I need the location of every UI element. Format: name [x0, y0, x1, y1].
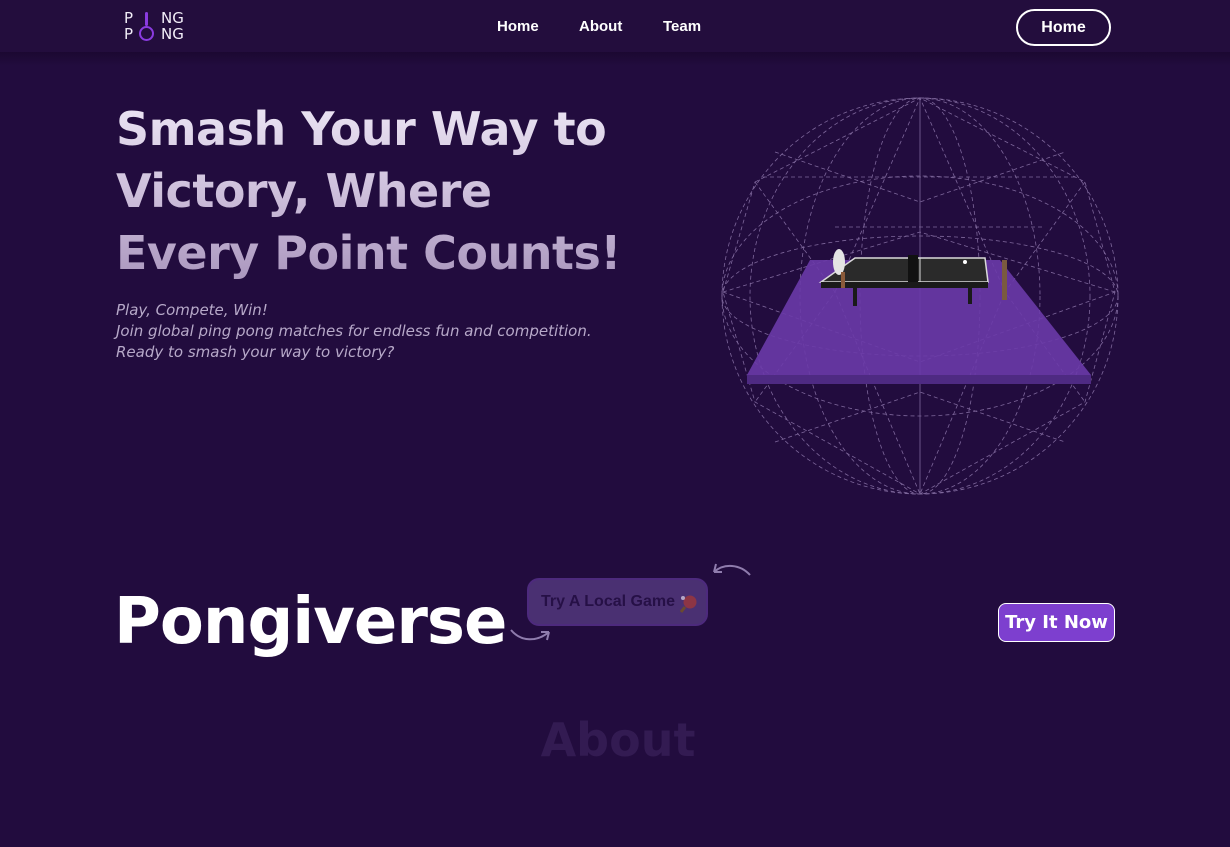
- table-floor-edge: [747, 375, 1091, 384]
- table-side: [821, 282, 988, 288]
- hero-subtitle: Play, Compete, Win! Join global ping pon…: [116, 300, 636, 363]
- ping-pong-3d-scene[interactable]: [715, 92, 1125, 502]
- nav-home-button[interactable]: Home: [1016, 9, 1111, 46]
- try-local-game-label: Try A Local Game: [541, 593, 675, 610]
- nav-link-team[interactable]: Team: [663, 18, 701, 35]
- left-paddle-icon: [833, 249, 845, 275]
- ball-icon: [963, 260, 967, 264]
- table-net: [908, 255, 918, 283]
- curved-arrow-bottom-icon: [510, 629, 550, 641]
- hero-subtitle-line-3: Ready to smash your way to victory?: [116, 343, 395, 361]
- try-local-game-button[interactable]: Try A Local Game: [527, 578, 708, 626]
- hero-title: Smash Your Way to Victory, Where Every P…: [116, 98, 636, 284]
- curved-arrow-top-icon: [713, 563, 751, 576]
- brand-heading: Pongiverse: [114, 585, 507, 659]
- nav-link-home[interactable]: Home: [497, 18, 539, 35]
- nav-link-about[interactable]: About: [579, 18, 622, 35]
- hero-subtitle-line-2: Join global ping pong matches for endles…: [116, 322, 592, 340]
- right-paddle-icon: [1002, 260, 1007, 300]
- left-paddle-handle: [841, 272, 845, 288]
- ping-pong-paddle-icon: [679, 595, 697, 613]
- navbar-shadow: [0, 52, 1230, 66]
- about-section-title: About: [540, 713, 696, 767]
- try-it-now-button[interactable]: Try It Now: [998, 603, 1115, 642]
- hero-subtitle-line-1: Play, Compete, Win!: [116, 301, 268, 319]
